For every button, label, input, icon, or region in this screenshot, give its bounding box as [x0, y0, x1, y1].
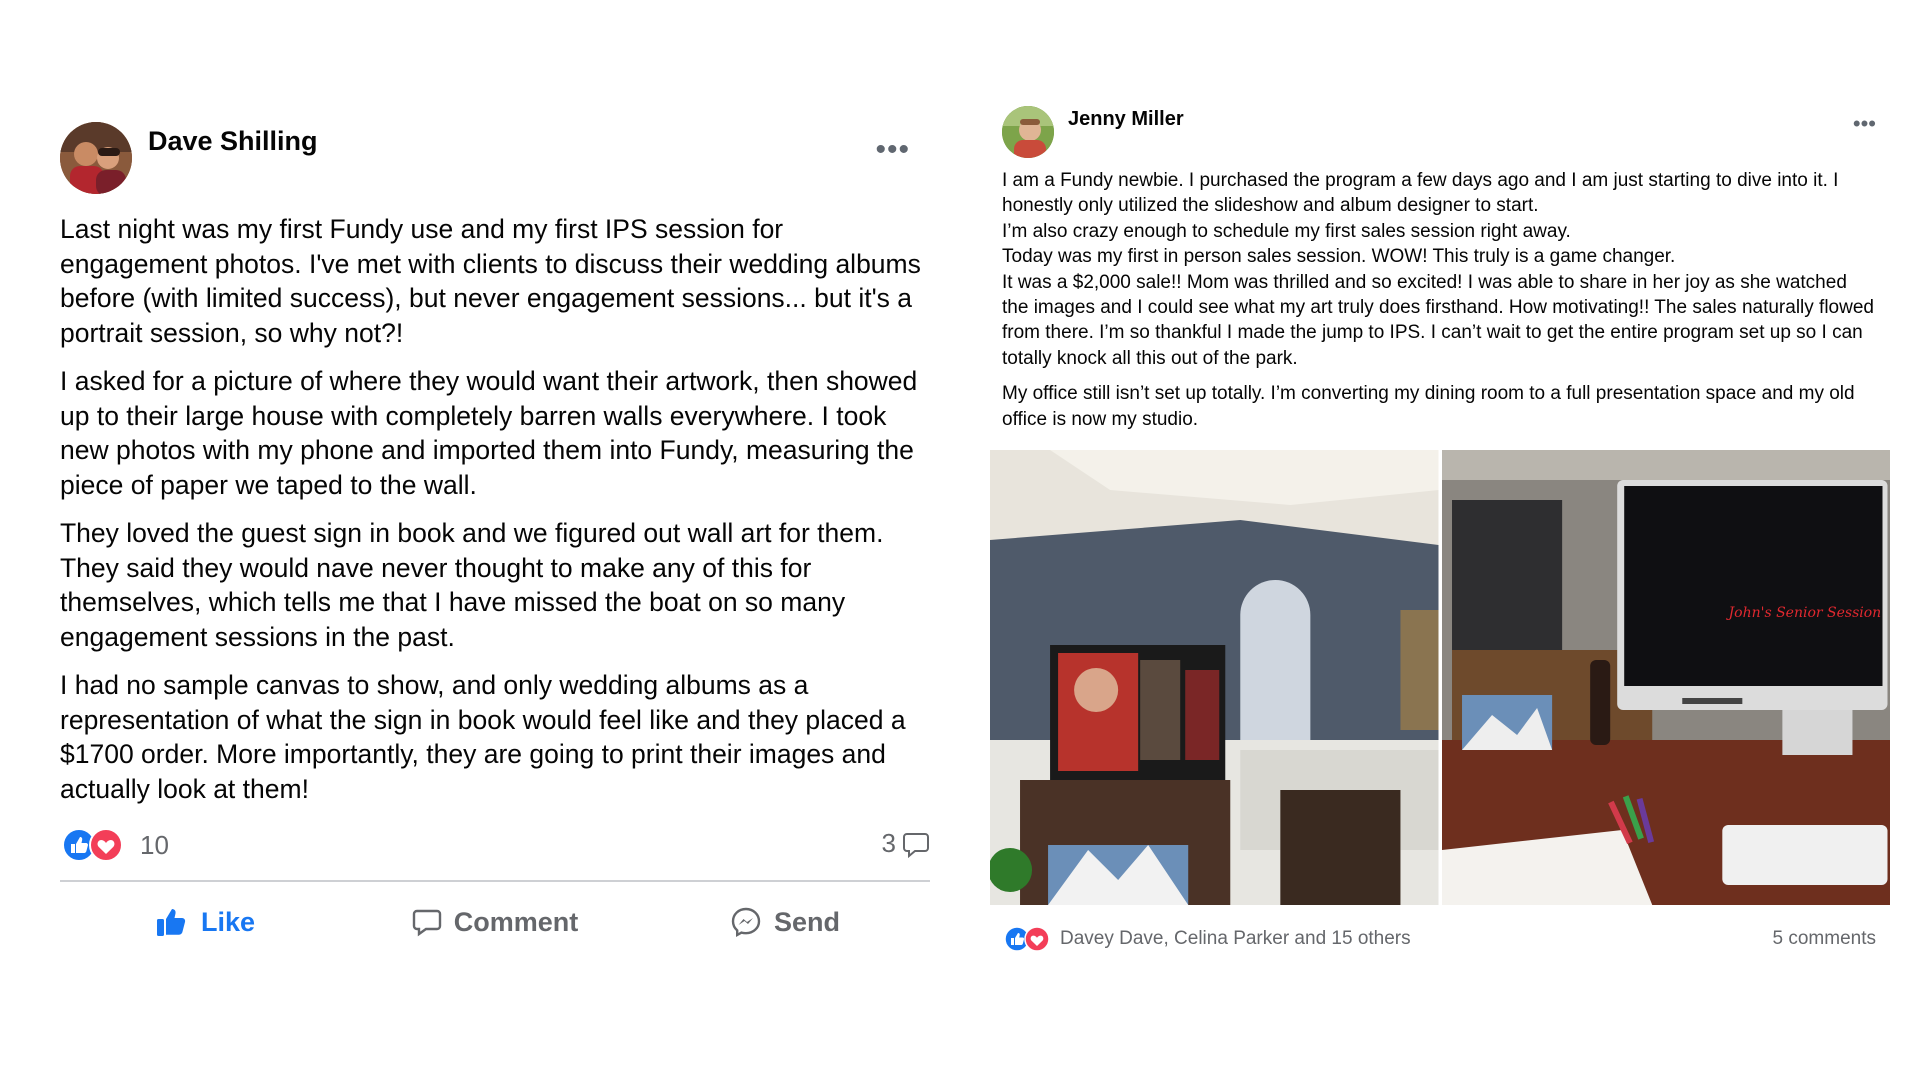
dave-shilling-post: Dave Shilling ••• Last night was my firs… — [60, 118, 930, 962]
author-name[interactable]: Dave Shilling — [148, 126, 318, 157]
post-paragraph: I had no sample canvas to show, and only… — [60, 670, 906, 804]
screen-text: John's Senior Session — [1728, 604, 1882, 621]
send-label: Send — [773, 906, 840, 937]
post-stats: 10 3 — [60, 822, 930, 870]
like-button[interactable]: Like — [60, 905, 350, 939]
comment-icon — [412, 909, 441, 937]
post-actions: Like Comment Send — [60, 882, 930, 962]
post-paragraph: I am a Fundy newbie. I purchased the pro… — [1002, 170, 1874, 369]
more-icon[interactable]: ••• — [1853, 113, 1876, 135]
author-name[interactable]: Jenny Miller — [1068, 108, 1184, 131]
comment-label: Comment — [453, 906, 579, 937]
post-paragraph: They loved the guest sign in book and we… — [60, 518, 884, 652]
reactors-text[interactable]: Davey Dave, Celina Parker and 15 others — [1060, 928, 1411, 950]
comments-link[interactable]: 5 comments — [1773, 928, 1876, 950]
avatar[interactable] — [60, 122, 132, 194]
comment-count-number: 3 — [881, 828, 896, 858]
photo-grid: John's Senior Session — [990, 450, 1890, 905]
avatar[interactable] — [1002, 106, 1054, 158]
send-button[interactable]: Send — [640, 906, 930, 938]
post-header: Dave Shilling ••• — [60, 118, 930, 194]
thumbs-up-icon — [156, 909, 186, 936]
more-icon[interactable]: ••• — [875, 135, 910, 165]
post-stats: Davey Dave, Celina Parker and 15 others … — [990, 920, 1890, 960]
post-body: Last night was my first Fundy use and my… — [60, 212, 930, 806]
reaction-count[interactable]: 10 — [140, 830, 169, 861]
dining-room-photo[interactable] — [990, 450, 1439, 905]
imac-desk-photo[interactable]: John's Senior Session — [1441, 450, 1890, 905]
post-paragraph: Last night was my first Fundy use and my… — [60, 214, 921, 348]
reactions-icon[interactable] — [62, 828, 128, 862]
post-body: I am a Fundy newbie. I purchased the pro… — [1002, 168, 1876, 432]
messenger-icon — [731, 907, 761, 938]
post-paragraph: My office still isn’t set up totally. I’… — [1002, 383, 1855, 430]
post-paragraph: I asked for a picture of where they woul… — [60, 366, 918, 500]
post-header: Jenny Miller ••• — [990, 100, 1890, 160]
comment-bubble-icon — [903, 832, 929, 858]
comment-button[interactable]: Comment — [350, 907, 640, 938]
like-label: Like — [200, 906, 256, 937]
jenny-miller-post: Jenny Miller ••• I am a Fundy newbie. I … — [990, 100, 1890, 952]
comment-count[interactable]: 3 — [882, 828, 930, 859]
reactions-icon[interactable] — [1004, 926, 1054, 952]
